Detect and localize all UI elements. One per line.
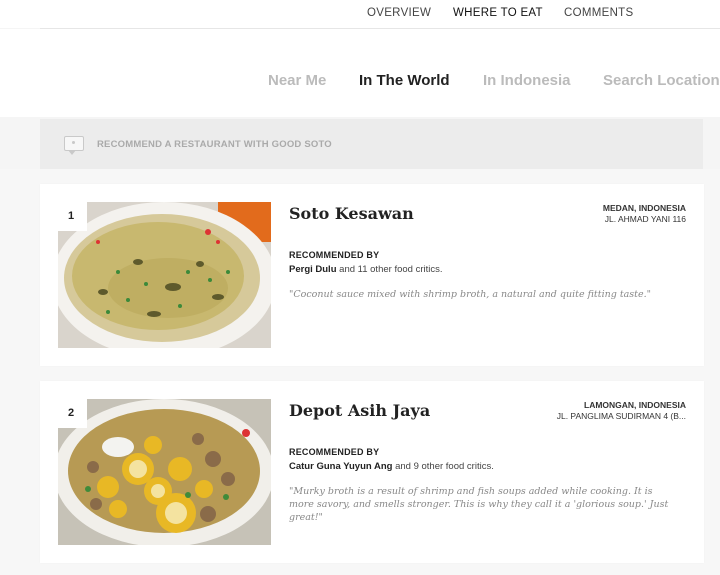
location-tabs: Near Me In The World In Indonesia Search… <box>0 72 720 94</box>
tab-comments[interactable]: COMMENTS <box>564 7 633 28</box>
tab-where-to-eat[interactable]: WHERE TO EAT <box>453 7 543 30</box>
recommended-by-label: RECOMMENDED BY <box>289 250 380 260</box>
critics-count: and 9 other food critics. <box>392 461 494 472</box>
restaurant-address: JL. AHMAD YANI 116 <box>604 214 686 224</box>
critics-line: Pergi Dulu and 11 other food critics. <box>289 264 442 275</box>
critics-line: Catur Guna Yuyun Ang and 9 other food cr… <box>289 461 494 472</box>
critic-name[interactable]: Catur Guna Yuyun Ang <box>289 461 392 472</box>
critic-name[interactable]: Pergi Dulu <box>289 264 337 275</box>
restaurant-location: LAMONGAN, INDONESIA JL. PANGLIMA SUDIRMA… <box>557 400 686 422</box>
restaurant-card[interactable]: 2 Depot Asih Jaya LAMONGAN, INDONESIA JL… <box>40 381 704 563</box>
chat-bubble-icon <box>64 136 84 155</box>
depot-asih-jaya-bowl-image[interactable] <box>58 399 271 545</box>
restaurant-location: MEDAN, INDONESIA JL. AHMAD YANI 116 <box>603 203 686 225</box>
restaurant-city: LAMONGAN, INDONESIA <box>584 400 686 410</box>
restaurant-city: MEDAN, INDONESIA <box>602 203 686 213</box>
recommend-restaurant-bar[interactable]: RECOMMEND A RESTAURANT WITH GOOD SOTO <box>40 119 703 169</box>
critics-count: and 11 other food critics. <box>336 264 443 275</box>
section-tabs: OVERVIEW WHERE TO EAT COMMENTS <box>0 7 720 30</box>
tab-in-the-world[interactable]: In The World <box>359 72 450 89</box>
recommended-by-label: RECOMMENDED BY <box>289 447 380 457</box>
top-navigation-bar: OVERVIEW WHERE TO EAT COMMENTS <box>0 0 720 30</box>
critic-quote: "Murky broth is a result of shrimp and f… <box>289 486 669 523</box>
rank-badge: 1 <box>58 202 87 231</box>
tab-overview[interactable]: OVERVIEW <box>367 7 431 28</box>
tab-in-indonesia[interactable]: In Indonesia <box>483 72 571 89</box>
soto-kesawan-bowl-image[interactable] <box>58 202 271 348</box>
page: OVERVIEW WHERE TO EAT COMMENTS Near Me I… <box>0 0 720 575</box>
restaurant-name[interactable]: Soto Kesawan <box>289 204 414 223</box>
tab-near-me[interactable]: Near Me <box>268 72 326 89</box>
restaurant-name[interactable]: Depot Asih Jaya <box>289 401 430 420</box>
recommend-label: RECOMMEND A RESTAURANT WITH GOOD SOTO <box>97 139 332 150</box>
tab-search-location[interactable]: Search Location <box>603 72 720 89</box>
rank-badge: 2 <box>58 399 87 428</box>
critic-quote: "Coconut sauce mixed with shrimp broth, … <box>289 289 652 300</box>
restaurant-card[interactable]: 1 Soto Kesawan MEDAN, INDONESIA JL. AHMA… <box>40 184 704 366</box>
restaurant-address: JL. PANGLIMA SUDIRMAN 4 (B... <box>556 411 686 421</box>
